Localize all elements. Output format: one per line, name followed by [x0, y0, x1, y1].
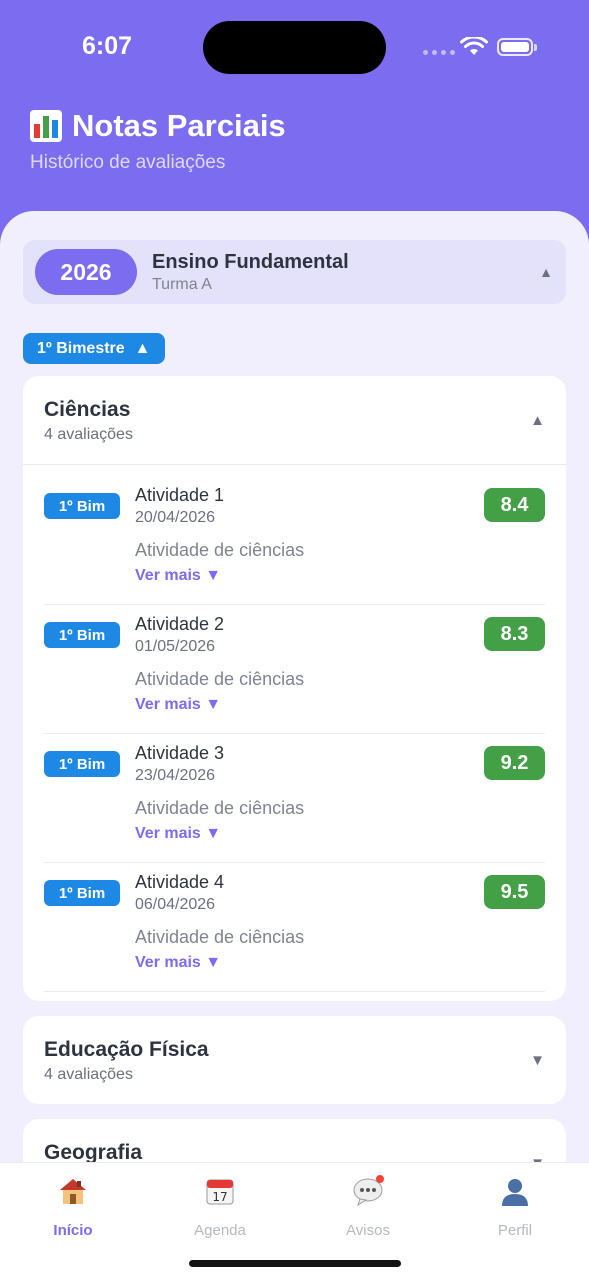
divider [23, 464, 566, 465]
chat-bubble-icon [353, 1175, 384, 1207]
tab-label: Perfil [497, 1222, 533, 1239]
activity-date: 20/04/2026 [135, 509, 216, 526]
chevron-up-icon: ▲ [539, 264, 553, 280]
tab-avisos[interactable]: Avisos [313, 1175, 423, 1239]
year-badge: 2026 [35, 249, 137, 295]
subject-card-educacao-fisica[interactable]: Educação Física 4 avaliações ▼ [23, 1016, 566, 1104]
activity-name: Atividade 1 [135, 485, 225, 505]
chevron-up-icon: ▲ [134, 339, 151, 357]
bimester-badge: 1º Bim [44, 880, 120, 906]
class-name: Turma A [152, 276, 212, 293]
year-selector[interactable]: 2026 Ensino Fundamental Turma A ▲ [23, 240, 566, 304]
subject-count: 4 avaliações [44, 1066, 133, 1083]
bar-chart-icon [30, 110, 62, 142]
activity-description: Atividade de ciências [135, 798, 305, 818]
activity-date: 06/04/2026 [135, 896, 216, 913]
activity-description: Atividade de ciências [135, 927, 305, 947]
bimester-badge: 1º Bim [44, 622, 120, 648]
see-more-link[interactable]: Ver mais ▼ [135, 696, 221, 714]
calendar-day: 17 [212, 1190, 227, 1204]
activity-date: 23/04/2026 [135, 767, 216, 784]
grade-badge: 8.3 [484, 617, 545, 651]
grade-badge: 9.2 [484, 746, 545, 780]
subject-header[interactable]: Ciências 4 avaliações ▲ [23, 376, 566, 464]
activity-date: 01/05/2026 [135, 638, 216, 655]
content-sheet: 2026 Ensino Fundamental Turma A ▲ 1º Bim… [0, 211, 589, 1280]
page-header: Notas Parciais Histórico de avaliações [30, 108, 286, 174]
subject-title: Ciências [44, 398, 131, 421]
tab-inicio[interactable]: Início [18, 1175, 128, 1239]
activity-description: Atividade de ciências [135, 540, 305, 560]
school-level: Ensino Fundamental [152, 251, 349, 273]
subject-title: Educação Física [44, 1038, 209, 1061]
chevron-down-icon: ▼ [530, 1052, 545, 1069]
page-subtitle: Histórico de avaliações [30, 152, 226, 173]
divider [44, 991, 545, 992]
home-indicator[interactable] [189, 1260, 401, 1267]
bimester-filter-label: 1º Bimestre [37, 339, 125, 357]
bimester-badge: 1º Bim [44, 751, 120, 777]
user-icon [502, 1179, 528, 1206]
tab-agenda[interactable]: 17 Agenda [165, 1175, 275, 1239]
tab-label: Avisos [346, 1222, 390, 1239]
activity-name: Atividade 4 [135, 872, 225, 892]
notification-dot [376, 1175, 384, 1183]
tab-label: Agenda [194, 1222, 246, 1239]
list-item: 1º Bim Atividade 1 20/04/2026 Atividade … [44, 476, 545, 605]
calendar-icon: 17 [206, 1179, 234, 1205]
dynamic-island [203, 21, 386, 74]
see-more-link[interactable]: Ver mais ▼ [135, 825, 221, 843]
list-item: 1º Bim Atividade 2 01/05/2026 Atividade … [44, 605, 545, 734]
activity-name: Atividade 3 [135, 743, 225, 763]
bimester-badge: 1º Bim [44, 493, 120, 519]
grade-badge: 9.5 [484, 875, 545, 909]
bimester-filter-button[interactable]: 1º Bimestre ▲ [23, 333, 165, 364]
grade-badge: 8.4 [484, 488, 545, 522]
tab-label: Início [53, 1222, 93, 1239]
see-more-link[interactable]: Ver mais ▼ [135, 954, 221, 972]
list-item: 1º Bim Atividade 3 23/04/2026 Atividade … [44, 734, 545, 863]
subject-card-ciencias: Ciências 4 avaliações ▲ 1º Bim Atividade… [23, 376, 566, 1001]
tab-perfil[interactable]: Perfil [460, 1175, 570, 1239]
see-more-link[interactable]: Ver mais ▼ [135, 567, 221, 585]
chevron-up-icon: ▲ [530, 412, 545, 429]
status-bar: 6:07 [0, 0, 589, 96]
status-time: 6:07 [82, 32, 133, 60]
battery-icon [497, 38, 537, 56]
wifi-icon [460, 37, 488, 55]
activity-name: Atividade 2 [135, 614, 225, 634]
page-title: Notas Parciais [72, 108, 286, 143]
list-item: 1º Bim Atividade 4 06/04/2026 Atividade … [44, 863, 545, 992]
subject-count: 4 avaliações [44, 426, 133, 443]
activity-description: Atividade de ciências [135, 669, 305, 689]
cellular-signal-icon [423, 50, 455, 55]
house-icon [60, 1179, 86, 1204]
